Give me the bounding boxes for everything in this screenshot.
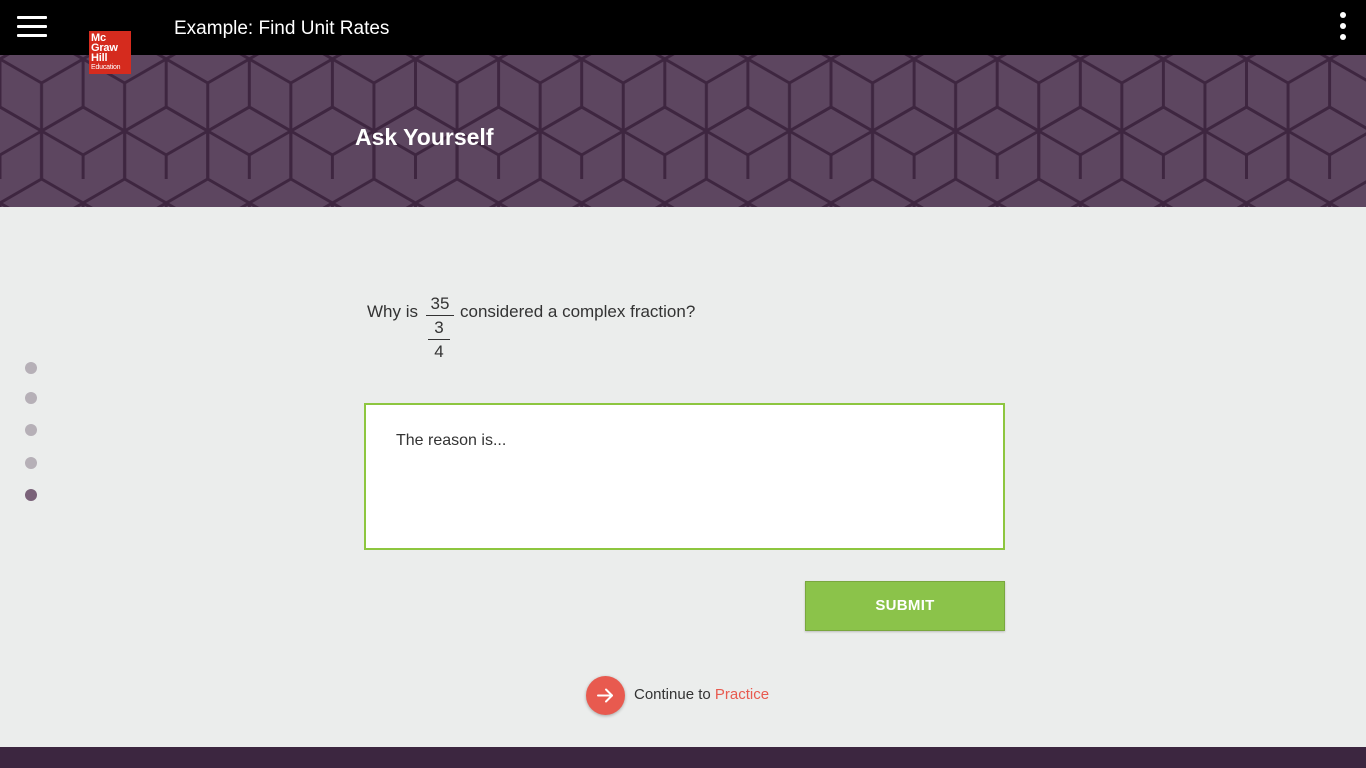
progress-dot[interactable] bbox=[25, 392, 37, 404]
progress-dot[interactable] bbox=[25, 424, 37, 436]
continue-label: Continue to Practice bbox=[634, 686, 769, 703]
banner-title: Ask Yourself bbox=[355, 124, 494, 150]
inner-numerator: 3 bbox=[434, 318, 444, 337]
inner-fraction-bar bbox=[428, 339, 450, 340]
progress-dot[interactable] bbox=[25, 457, 37, 469]
submit-button[interactable]: SUBMIT bbox=[805, 581, 1005, 631]
page-title: Example: Find Unit Rates bbox=[174, 18, 390, 39]
fraction-numerator: 35 bbox=[430, 294, 450, 313]
top-bar: Example: Find Unit Rates bbox=[0, 0, 1366, 55]
practice-link[interactable]: Practice bbox=[715, 686, 769, 703]
logo-line: Hill bbox=[91, 52, 108, 64]
logo-subline: Education bbox=[91, 64, 121, 71]
progress-dot[interactable] bbox=[25, 362, 37, 374]
mcgraw-hill-logo: Mc Graw Hill Education bbox=[89, 31, 131, 74]
hexagon-pattern bbox=[0, 55, 1366, 207]
footer-bar bbox=[0, 747, 1366, 768]
more-options-icon[interactable] bbox=[1336, 12, 1350, 42]
progress-dots bbox=[25, 362, 39, 502]
continue-prefix: Continue to bbox=[634, 686, 711, 703]
section-banner: Ask Yourself bbox=[0, 55, 1366, 207]
answer-input[interactable] bbox=[396, 432, 973, 521]
menu-icon[interactable] bbox=[17, 15, 47, 39]
fraction-bar bbox=[426, 315, 454, 316]
answer-box bbox=[364, 403, 1005, 550]
arrow-right-icon[interactable] bbox=[586, 676, 625, 715]
question-prefix: Why is bbox=[367, 302, 418, 321]
progress-dot-current[interactable] bbox=[25, 489, 37, 501]
question-suffix: considered a complex fraction? bbox=[460, 302, 696, 321]
inner-denominator: 4 bbox=[434, 342, 444, 361]
